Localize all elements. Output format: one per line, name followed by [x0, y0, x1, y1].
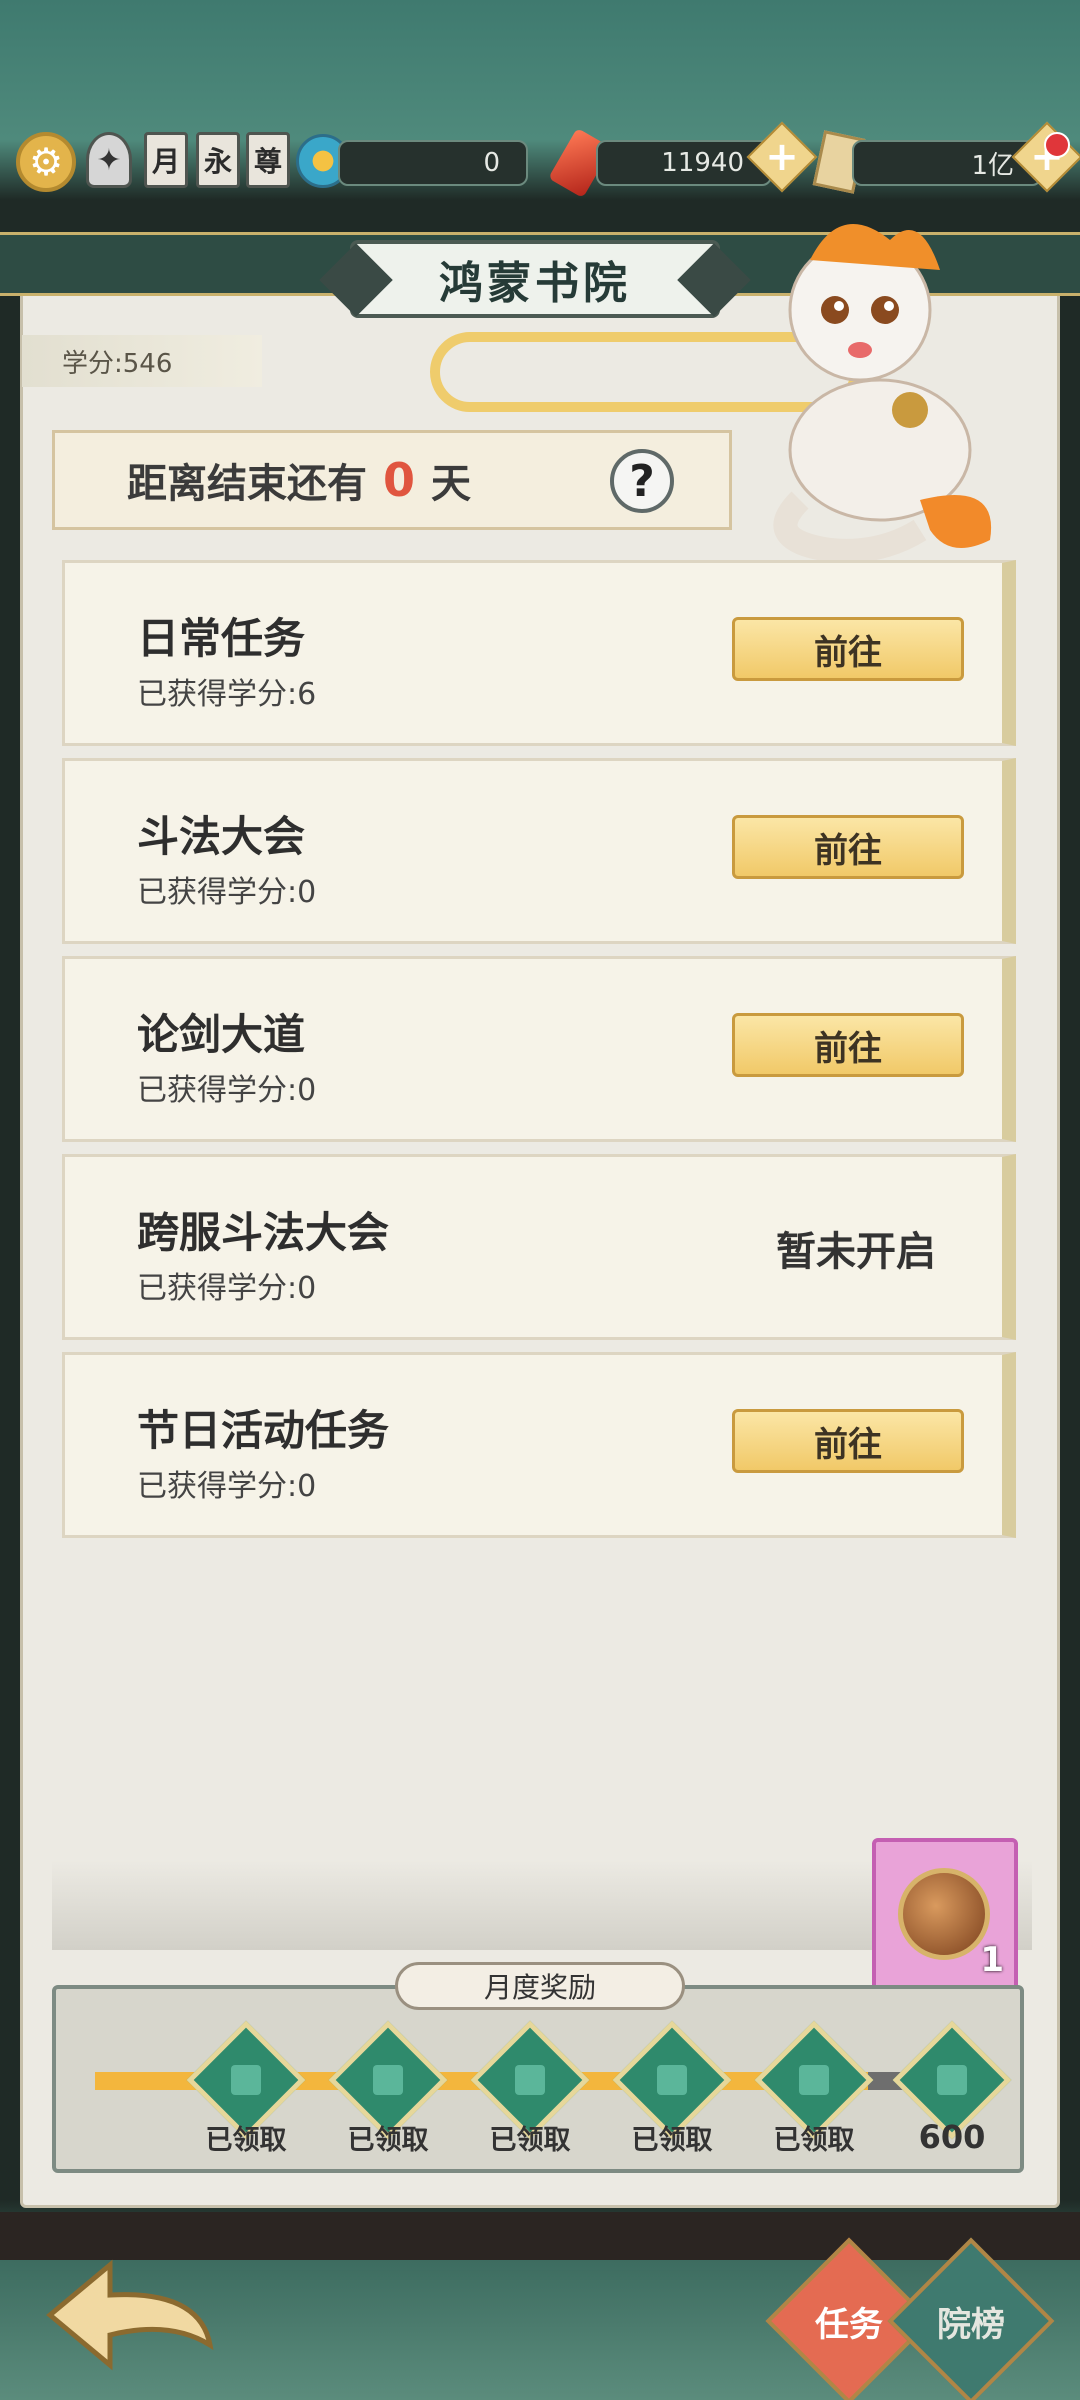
task-earned: 已获得学分:0: [137, 1073, 317, 1108]
task-row-sword: 论剑大道 已获得学分:0 前往: [62, 956, 1016, 1142]
screen-root: ⚙ ✦ 月 永 尊 0 11940 1亿 鸿蒙书院 学分:546 距离结束还有 …: [0, 0, 1080, 2400]
reward-node-label: 已领取: [347, 2125, 429, 2156]
reward-preview-item[interactable]: 1: [872, 1838, 1018, 1994]
not-open-status: 暂未开启: [776, 1229, 936, 1275]
task-earned: 已获得学分:6: [137, 677, 317, 712]
task-row-daily: 日常任务 已获得学分:6 前往: [62, 560, 1016, 746]
white-tiger-mascot-icon: [773, 224, 992, 560]
page-title: 鸿蒙书院: [350, 240, 720, 318]
task-earned: 已获得学分:0: [137, 1469, 317, 1504]
currency-count: 1亿: [852, 140, 1042, 186]
reward-node-label: 已领取: [205, 2125, 287, 2156]
task-row-festival: 节日活动任务 已获得学分:0 前往: [62, 1352, 1016, 1538]
task-name: 跨服斗法大会: [137, 1208, 390, 1257]
reward-node-label: 已领取: [489, 2125, 571, 2156]
reward-node-label: 已领取: [631, 2125, 713, 2156]
go-button[interactable]: 前往: [732, 1013, 964, 1077]
countdown-prefix: 距离结束还有: [127, 461, 367, 507]
monthly-reward-title: 月度奖励: [395, 1962, 685, 2010]
badge-honor[interactable]: 尊: [246, 132, 290, 188]
task-earned: 已获得学分:0: [137, 875, 317, 910]
go-button[interactable]: 前往: [732, 1409, 964, 1473]
task-name: 节日活动任务: [137, 1406, 390, 1455]
go-button[interactable]: 前往: [732, 815, 964, 879]
badge-month[interactable]: 月: [144, 132, 188, 188]
reward-node-label: 已领取: [773, 2125, 855, 2156]
task-row-crossserver: 跨服斗法大会 已获得学分:0 暂未开启: [62, 1154, 1016, 1340]
countdown-suffix: 天: [431, 461, 472, 507]
tab-rank-label: 院榜: [937, 2304, 1005, 2345]
treasure-orb-icon: [898, 1868, 990, 1960]
reward-item-count: 1: [980, 1940, 1004, 1980]
back-arrow-icon[interactable]: [40, 2255, 220, 2375]
notification-dot: [1044, 132, 1070, 158]
points-display: 学分:546: [22, 335, 262, 387]
badge-emblem-icon[interactable]: ✦: [86, 132, 132, 188]
reward-node-label: 600: [918, 2118, 986, 2156]
task-name: 斗法大会: [137, 812, 306, 861]
task-row-duel: 斗法大会 已获得学分:0 前往: [62, 758, 1016, 944]
countdown-days: 0: [383, 453, 416, 507]
task-name: 日常任务: [137, 614, 306, 663]
badge-forever[interactable]: 永: [196, 132, 240, 188]
help-button[interactable]: ?: [610, 449, 674, 513]
page-title-text: 鸿蒙书院: [439, 258, 631, 309]
vip-value: 0: [338, 140, 528, 186]
task-name: 论剑大道: [137, 1010, 306, 1059]
task-earned: 已获得学分:0: [137, 1271, 317, 1306]
gem-count: 11940: [596, 140, 772, 186]
tab-rank[interactable]: 院榜: [887, 2237, 1055, 2400]
settings-gear-icon[interactable]: ⚙: [16, 132, 76, 192]
footer-decor-strip: [0, 2212, 1080, 2260]
go-button[interactable]: 前往: [732, 617, 964, 681]
